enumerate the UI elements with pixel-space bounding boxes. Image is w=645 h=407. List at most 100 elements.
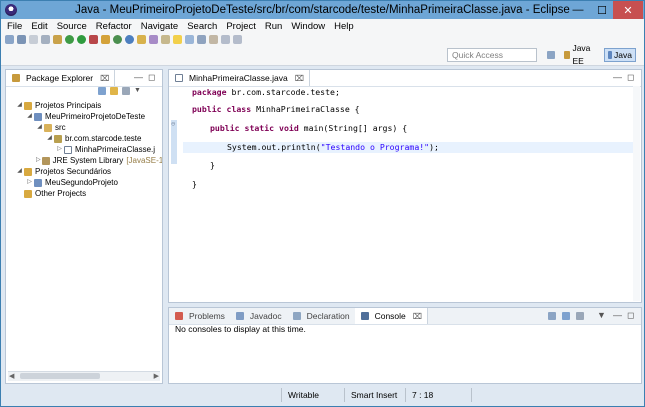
collapse-arrow-icon[interactable]: ▷ xyxy=(36,155,41,166)
menu-source[interactable]: Source xyxy=(57,21,87,32)
tree-item[interactable]: ◢ Projetos Secundários xyxy=(6,166,162,177)
menu-navigate[interactable]: Navigate xyxy=(141,21,179,32)
view-menu-icon[interactable] xyxy=(122,87,130,95)
close-view-icon[interactable]: ⌧ xyxy=(100,74,109,83)
debug-icon[interactable] xyxy=(65,35,74,44)
maximize-console-icon[interactable]: ◻ xyxy=(627,310,634,321)
expand-arrow-icon[interactable]: ◢ xyxy=(16,166,23,177)
menu-file[interactable]: File xyxy=(7,21,22,32)
expand-arrow-icon[interactable]: ◢ xyxy=(16,100,23,111)
scroll-left-icon[interactable]: ◀ xyxy=(9,372,14,380)
menu-edit[interactable]: Edit xyxy=(31,21,47,32)
external-tools-icon[interactable] xyxy=(89,35,98,44)
minimize-button[interactable]: — xyxy=(567,1,589,19)
view-menu-icon[interactable]: ▼ xyxy=(597,310,606,320)
back-icon[interactable] xyxy=(221,35,230,44)
java-file-icon xyxy=(175,74,183,82)
tree-item[interactable]: ◢ MeuPrimeiroProjetoDeTeste xyxy=(6,111,162,122)
highlight-icon[interactable] xyxy=(173,35,182,44)
tab-problems[interactable]: Problems xyxy=(169,308,230,324)
title-bar[interactable]: Java - MeuPrimeiroProjetoDeTeste/src/br/… xyxy=(1,1,644,19)
tree-item-label: JRE System Library xyxy=(52,156,124,165)
tree-item[interactable]: ◢ Projetos Principais xyxy=(6,100,162,111)
collapse-arrow-icon[interactable]: ▷ xyxy=(26,177,33,188)
tab-javadoc[interactable]: Javadoc xyxy=(230,308,287,324)
minimize-editor-icon[interactable]: — xyxy=(613,72,622,82)
fold-icon[interactable]: ⊖ xyxy=(171,120,175,128)
open-type-icon[interactable] xyxy=(137,35,146,44)
toggle-mark-occurrences-icon[interactable] xyxy=(161,35,170,44)
tree-item[interactable]: ◢ src xyxy=(6,122,162,133)
search-icon[interactable] xyxy=(149,35,158,44)
expand-arrow-icon[interactable]: ◢ xyxy=(26,111,33,122)
new-class-icon[interactable] xyxy=(125,35,134,44)
code-line[interactable]: package br.com.starcode.teste; xyxy=(192,87,340,98)
maximize-button[interactable]: ☐ xyxy=(591,1,613,19)
code-line[interactable]: } xyxy=(192,179,197,190)
menu-search[interactable]: Search xyxy=(187,21,217,32)
code-line[interactable]: public static void main(String[] args) { xyxy=(210,123,407,134)
next-annotation-icon[interactable] xyxy=(209,35,218,44)
maximize-view-icon[interactable]: ◻ xyxy=(148,72,155,83)
tree-item[interactable]: ▷ MeuSegundoProjeto xyxy=(6,177,162,188)
scrollbar-thumb[interactable] xyxy=(20,373,100,379)
display-console-icon[interactable] xyxy=(562,312,570,320)
javadoc-icon xyxy=(235,312,244,320)
menu-refactor[interactable]: Refactor xyxy=(96,21,132,32)
new-icon[interactable] xyxy=(5,35,14,44)
code-text: MinhaPrimeiraClasse { xyxy=(251,104,360,114)
tree-item[interactable]: ▷ MinhaPrimeiraClasse.j xyxy=(6,144,162,155)
collapse-all-icon[interactable] xyxy=(98,87,106,95)
code-line[interactable]: public class MinhaPrimeiraClasse { xyxy=(192,104,360,115)
perspective-java[interactable]: Java xyxy=(604,48,636,62)
menu-project[interactable]: Project xyxy=(226,21,256,32)
open-console-icon[interactable] xyxy=(548,312,556,320)
show-whitespace-icon[interactable] xyxy=(185,35,194,44)
quick-access-field[interactable]: Quick Access xyxy=(447,48,537,62)
tree-item[interactable]: ▷ JRE System Library [JavaSE-1.7 xyxy=(6,155,162,166)
tree-item[interactable]: ◢ br.com.starcode.teste xyxy=(6,133,162,144)
tab-declaration[interactable]: Declaration xyxy=(287,308,355,324)
code-line[interactable]: System.out.println("Testando o Programa!… xyxy=(227,142,439,153)
save-all-icon[interactable] xyxy=(29,35,38,44)
new-java-project-icon[interactable] xyxy=(101,35,110,44)
scroll-right-icon[interactable]: ▶ xyxy=(154,372,159,380)
run-icon[interactable] xyxy=(77,35,86,44)
link-with-editor-icon[interactable] xyxy=(110,87,118,95)
tab-editor-file[interactable]: MinhaPrimeiraClasse.java ⌧ xyxy=(169,70,310,86)
eclipse-window: Java - MeuPrimeiroProjetoDeTeste/src/br/… xyxy=(0,0,645,407)
collapse-arrow-icon[interactable]: ▷ xyxy=(56,144,63,155)
skip-breakpoints-icon[interactable] xyxy=(53,35,62,44)
forward-icon[interactable] xyxy=(233,35,242,44)
working-set-icon xyxy=(24,167,32,176)
print-icon[interactable] xyxy=(41,35,50,44)
close-editor-icon[interactable]: ⌧ xyxy=(295,74,304,83)
menu-run[interactable]: Run xyxy=(265,21,282,32)
maximize-editor-icon[interactable]: ◻ xyxy=(627,72,634,83)
pin-console-icon[interactable] xyxy=(576,312,584,320)
open-perspective-button[interactable] xyxy=(544,48,558,62)
new-package-icon[interactable] xyxy=(113,35,122,44)
expand-arrow-icon[interactable]: ◢ xyxy=(36,122,43,133)
tree-item[interactable]: Other Projects xyxy=(6,188,162,199)
tab-package-explorer[interactable]: Package Explorer ⌧ xyxy=(6,70,116,86)
open-perspective-icon xyxy=(547,51,555,59)
save-icon[interactable] xyxy=(17,35,26,44)
menu-help[interactable]: Help xyxy=(334,21,354,32)
close-button[interactable]: ✕ xyxy=(613,1,643,19)
tab-console[interactable]: Console ⌧ xyxy=(354,308,428,324)
horizontal-scrollbar[interactable]: ◀ ▶ xyxy=(8,371,160,381)
perspective-java-ee[interactable]: Java EE xyxy=(561,43,601,66)
status-cursor-position: 7 : 18 xyxy=(412,390,434,400)
block-selection-icon[interactable] xyxy=(197,35,206,44)
close-console-icon[interactable]: ⌧ xyxy=(413,312,422,321)
working-set-icon xyxy=(24,101,32,110)
minimize-console-icon[interactable]: — xyxy=(613,310,622,320)
minimize-view-icon[interactable]: — xyxy=(134,72,143,82)
keyword: class xyxy=(226,104,252,114)
menu-window[interactable]: Window xyxy=(291,21,325,32)
chevron-down-icon[interactable]: ▼ xyxy=(134,87,141,95)
code-line[interactable]: } xyxy=(210,160,215,171)
status-writable: Writable xyxy=(288,390,320,400)
expand-arrow-icon[interactable]: ◢ xyxy=(46,133,53,144)
